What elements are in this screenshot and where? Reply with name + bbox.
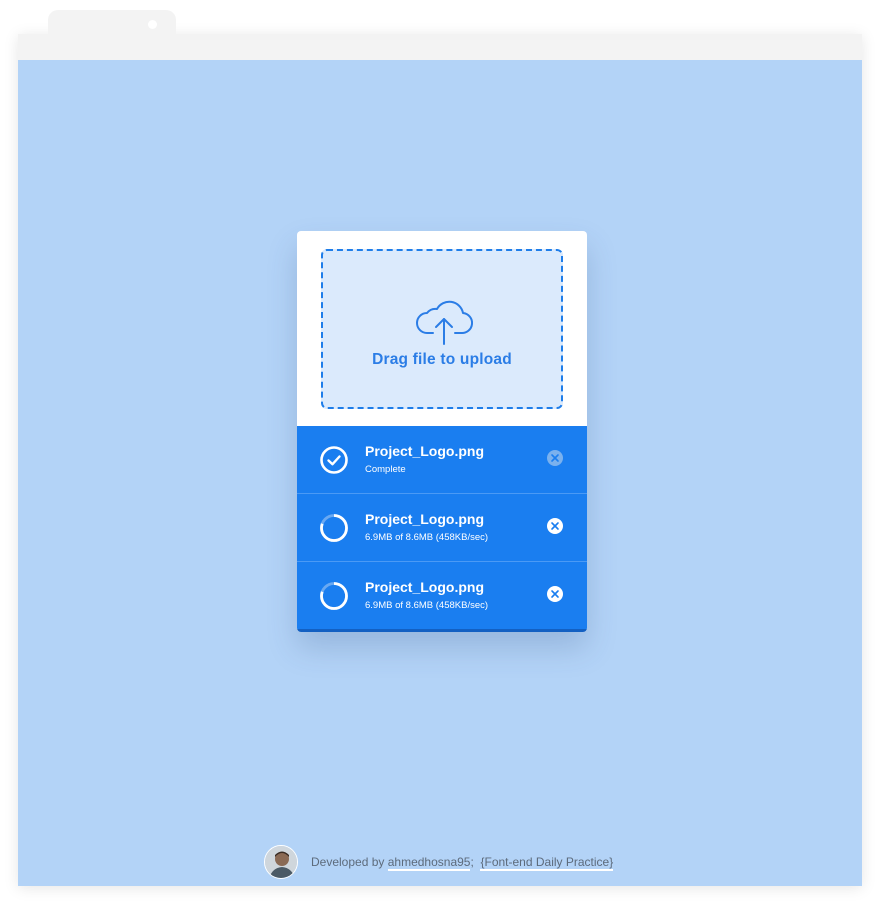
remove-file-button[interactable]	[546, 585, 564, 603]
file-status: Complete	[365, 464, 406, 475]
file-row: Project_Logo.png 6.9MB of 8.6MB (458KB/s…	[297, 562, 587, 629]
drop-zone-label: Drag file to upload	[372, 351, 512, 368]
project-link[interactable]: {Font-end Daily Practice}	[480, 855, 614, 871]
author-link[interactable]: ahmedhosna95	[387, 855, 471, 871]
card-bottom-border	[297, 629, 587, 632]
footer-separator: ;	[470, 855, 474, 869]
footer-prefix: Developed by	[311, 855, 385, 869]
cloud-upload-icon	[416, 300, 473, 345]
check-circle-icon	[320, 446, 348, 474]
file-status: 6.9MB of 8.6MB (458KB/sec)	[365, 600, 489, 611]
file-name: Project_Logo.png	[365, 443, 484, 459]
file-list: Project_Logo.png Complete Project_Logo.p…	[297, 426, 587, 629]
tab-dot-icon	[148, 20, 157, 29]
file-name: Project_Logo.png	[365, 579, 484, 595]
remove-file-button[interactable]	[546, 449, 564, 467]
footer: Developed by ahmedhosna95; {Font-end Dai…	[264, 845, 664, 879]
footer-credit: Developed by ahmedhosna95; {Font-end Dai…	[311, 855, 614, 871]
progress-ring-icon	[320, 514, 348, 542]
file-row: Project_Logo.png Complete	[297, 426, 587, 494]
author-avatar[interactable]	[264, 845, 298, 879]
file-name: Project_Logo.png	[365, 511, 484, 527]
file-status: 6.9MB of 8.6MB (458KB/sec)	[365, 532, 489, 543]
remove-file-button[interactable]	[546, 517, 564, 535]
browser-titlebar	[18, 34, 862, 60]
file-row: Project_Logo.png 6.9MB of 8.6MB (458KB/s…	[297, 494, 587, 562]
avatar-image	[265, 846, 297, 878]
progress-ring-icon	[320, 582, 348, 610]
upload-card: Drag file to upload Project_Logo.png Com…	[297, 231, 587, 632]
drop-zone[interactable]: Drag file to upload	[321, 249, 563, 409]
